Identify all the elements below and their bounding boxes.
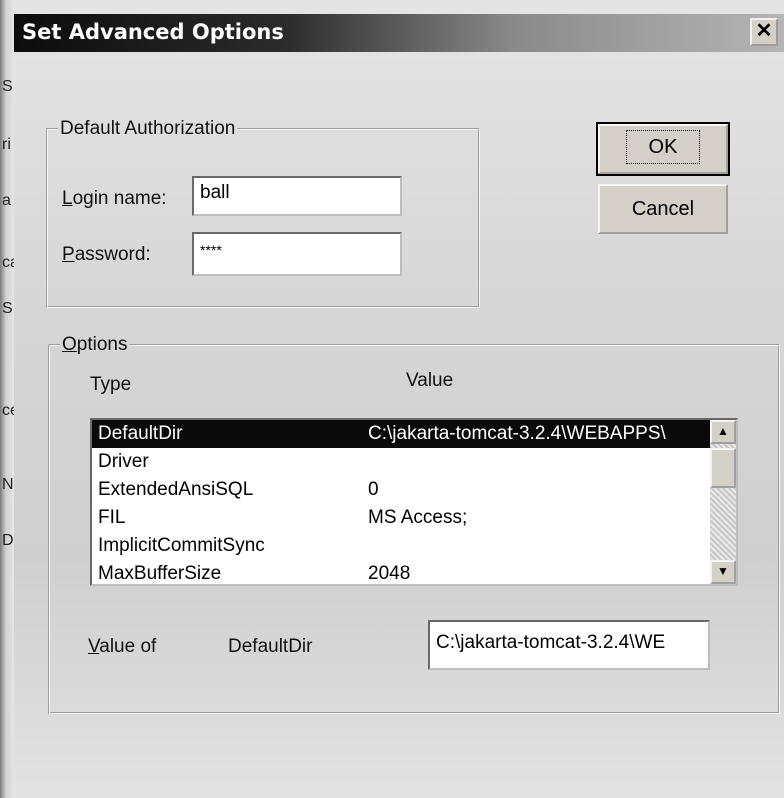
list-item[interactable]: MaxBufferSize 2048 (92, 560, 736, 584)
strip-letter: a (2, 192, 11, 209)
scroll-thumb[interactable] (710, 448, 736, 488)
strip-letter: S (2, 78, 13, 95)
scroll-up-button[interactable]: ▲ (710, 420, 736, 444)
close-button[interactable]: ✕ (750, 18, 778, 46)
ok-button[interactable]: OK (596, 122, 730, 176)
scroll-down-arrow-icon: ▼ (717, 564, 729, 578)
value-column-header: Value (406, 370, 454, 391)
cancel-button[interactable]: Cancel (598, 184, 728, 234)
login-name-label: Login name: (62, 188, 167, 209)
strip-letter: N (2, 476, 14, 493)
password-label: Password: (62, 244, 151, 265)
list-item[interactable]: DefaultDir C:\jakarta-tomcat-3.2.4\WEBAP… (92, 420, 736, 448)
title-bar[interactable]: Set Advanced Options ✕ (14, 14, 784, 52)
list-scrollbar[interactable]: ▲ ▼ (710, 420, 736, 584)
list-item[interactable]: FIL MS Access; (92, 504, 736, 532)
type-column-header: Type (90, 374, 132, 395)
strip-letter: ri (2, 136, 11, 153)
password-field[interactable]: **** (192, 232, 402, 276)
options-list[interactable]: DefaultDir C:\jakarta-tomcat-3.2.4\WEBAP… (90, 418, 738, 586)
advanced-options-dialog: Set Advanced Options ✕ Default Authoriza… (14, 0, 784, 798)
strip-letter: D (2, 532, 14, 549)
options-legend: Options (62, 334, 128, 355)
cancel-button-label: Cancel (631, 198, 695, 220)
list-item[interactable]: ImplicitCommitSync (92, 532, 736, 560)
strip-letter: S (2, 300, 13, 317)
scroll-up-arrow-icon: ▲ (717, 424, 729, 438)
close-icon: ✕ (755, 20, 773, 42)
ok-button-label: OK (625, 130, 701, 164)
list-item[interactable]: ExtendedAnsiSQL 0 (92, 476, 736, 504)
value-of-field[interactable]: C:\jakarta-tomcat-3.2.4\WE (428, 620, 710, 670)
login-name-field[interactable]: ball (192, 176, 402, 216)
selected-key-label: DefaultDir (228, 636, 313, 657)
list-item[interactable]: Driver (92, 448, 736, 476)
value-of-label: Value of (88, 636, 157, 657)
dialog-title: Set Advanced Options (22, 20, 284, 44)
default-authorization-legend: Default Authorization (60, 118, 236, 139)
scroll-down-button[interactable]: ▼ (710, 560, 736, 584)
background-window-strip: S ri a ca S ce N D (0, 0, 19, 798)
